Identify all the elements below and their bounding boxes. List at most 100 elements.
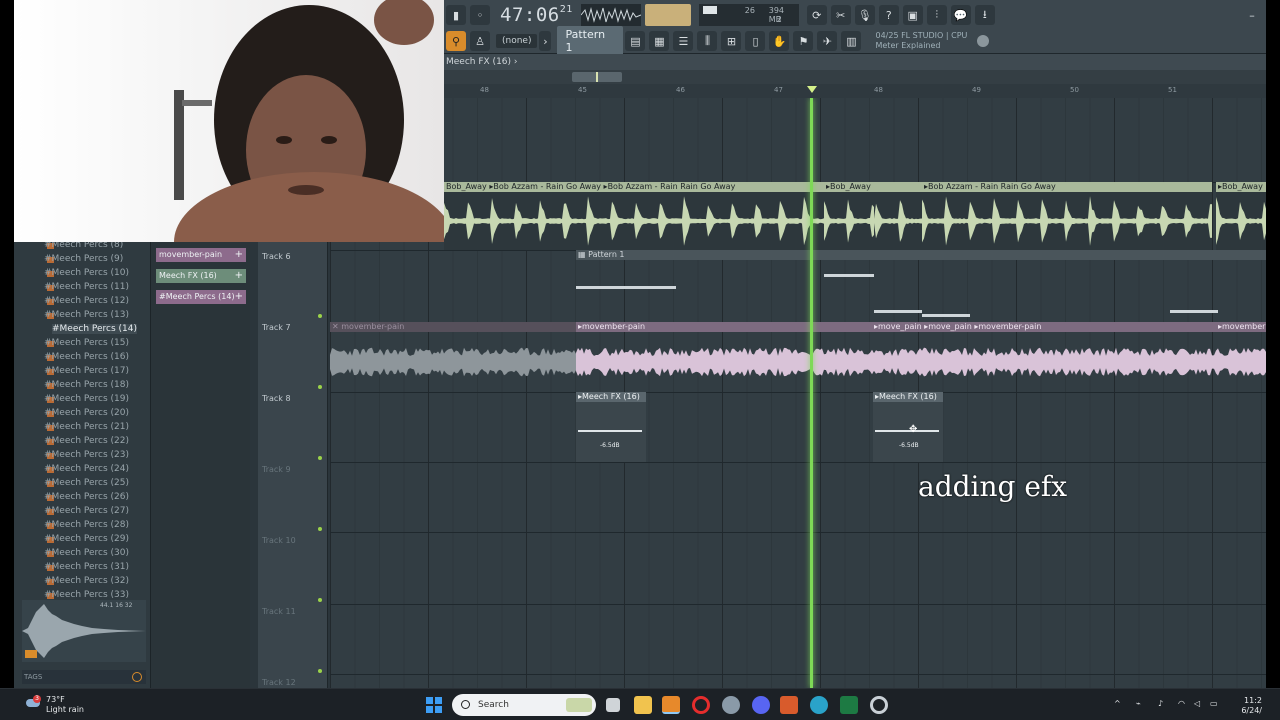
file-explorer-icon[interactable] [634, 696, 652, 714]
browser-item[interactable]: #Meech Percs (19) [44, 394, 129, 404]
playhead[interactable] [810, 98, 813, 688]
track-enable-dot[interactable] [318, 669, 322, 673]
track-header-label[interactable]: Track 12 [258, 678, 328, 687]
audio-clip-movember[interactable]: ▸movember-pain ▸move_pain ▸move_pain ▸mo… [576, 322, 1266, 392]
playlist-grid[interactable]: Bob_Away ▸Bob Azzam - Rain Go Away ▸Bob … [330, 98, 1266, 688]
link-icon[interactable]: ⚲ [446, 31, 466, 51]
chevron-up-icon[interactable]: ^ [1114, 699, 1121, 708]
playlist-scrollbar[interactable] [444, 70, 1266, 84]
browser-item[interactable]: #Meech Percs (31) [44, 562, 129, 572]
discord-icon[interactable] [752, 696, 770, 714]
wifi-icon[interactable]: ◠ [1178, 699, 1185, 708]
save-icon[interactable]: ▣ [902, 5, 923, 25]
sample-preview[interactable]: 44.1 16 32 [22, 600, 146, 662]
track-header-label[interactable]: Track 6 [258, 252, 328, 261]
browser-item[interactable]: #Meech Percs (9) [44, 254, 123, 264]
help-icon[interactable]: ? [878, 5, 899, 25]
playlist-icon[interactable]: ▤ [625, 31, 646, 51]
touch-icon[interactable]: ✋ [769, 31, 790, 51]
meter-knob-icon[interactable] [977, 35, 990, 47]
minimize-icon[interactable]: – [1242, 5, 1262, 25]
browser-item[interactable]: #Meech Percs (10) [44, 268, 129, 278]
track-header-label[interactable]: Track 11 [258, 607, 328, 616]
tags-field[interactable]: TAGS [22, 670, 146, 684]
excel-icon[interactable] [840, 696, 858, 714]
task-view-icon[interactable] [606, 698, 620, 712]
timeline-ruler[interactable]: 48 45 46 47 48 49 50 51 [444, 84, 1266, 98]
pattern-clip[interactable]: ▦ Pattern 1 [576, 250, 1266, 322]
track-header-label[interactable]: Track 7 [258, 323, 328, 332]
settings-gear-icon[interactable] [722, 696, 740, 714]
edge-icon[interactable] [810, 696, 828, 714]
undo-icon[interactable]: ⟳ [806, 5, 827, 25]
browser-item[interactable]: #Meech Percs (30) [44, 548, 129, 558]
chat-icon[interactable]: 💬 [950, 5, 971, 25]
track-enable-dot[interactable] [318, 385, 322, 389]
browser-item[interactable]: #Meech Percs (18) [44, 380, 129, 390]
pat-mode-icon[interactable]: ◦ [470, 5, 490, 25]
browser-item[interactable]: #Meech Percs (21) [44, 422, 129, 432]
fx-clip-1[interactable]: ▸Meech FX (16) -6.5dB [576, 392, 646, 462]
playlist-title-bar[interactable]: Meech FX (16) › [444, 54, 1266, 70]
browser-item[interactable]: #Meech Percs (12) [44, 296, 129, 306]
speaker-icon[interactable] [25, 650, 37, 658]
clipboard-icon[interactable]: ▥ [841, 31, 862, 51]
browser-item[interactable]: #Meech Percs (25) [44, 478, 129, 488]
browser-item[interactable]: #Meech Percs (20) [44, 408, 129, 418]
mic-tray-icon[interactable]: ♪ [1158, 699, 1163, 708]
fx-clip-2[interactable]: ▸Meech FX (16) -6.5dB ✥ [873, 392, 943, 462]
plugin-icon[interactable]: ⊞ [721, 31, 742, 51]
tag-icon[interactable]: ⚑ [793, 31, 814, 51]
track-header-label[interactable]: Track 8 [258, 394, 328, 403]
browser-item[interactable]: #Meech Percs (14) [52, 324, 138, 334]
picker-item[interactable]: #Meech Percs (14) + [156, 290, 246, 304]
audio-clip-bob-4[interactable]: ▸Bob_Away [1216, 182, 1266, 250]
picker-item[interactable]: Meech FX (16) + [156, 269, 246, 283]
audio-clip-bob-2[interactable]: ▸Bob_Away [824, 182, 874, 250]
chrome-icon[interactable] [870, 696, 888, 714]
browser-item[interactable]: #Meech Percs (27) [44, 506, 129, 516]
track-header-label[interactable]: Track 10 [258, 536, 328, 545]
mixer-view-icon[interactable]: ⫼ [697, 31, 718, 51]
browser-item[interactable]: #Meech Percs (11) [44, 282, 129, 292]
track-enable-dot[interactable] [318, 527, 322, 531]
scissors-icon[interactable]: ✂ [830, 5, 851, 25]
time-display[interactable]: 47:0621 [500, 4, 573, 26]
pattern-selector[interactable]: Pattern 1 [557, 26, 624, 56]
track-header-label[interactable]: Track 9 [258, 465, 328, 474]
browser-item[interactable]: #Meech Percs (17) [44, 366, 129, 376]
piano-roll-icon[interactable]: ▦ [649, 31, 670, 51]
browser-item[interactable]: #Meech Percs (16) [44, 352, 129, 362]
track-enable-dot[interactable] [318, 598, 322, 602]
wand-icon[interactable]: ✈ [817, 31, 838, 51]
browser-item[interactable]: #Meech Percs (26) [44, 492, 129, 502]
mic-icon[interactable]: 🎙 [854, 5, 875, 25]
arrow-right-icon[interactable]: › [539, 31, 552, 51]
browser-item[interactable]: #Meech Percs (29) [44, 534, 129, 544]
download-icon[interactable]: ⭳ [974, 5, 995, 25]
audio-clip-movember-muted[interactable]: ✕ movember-pain [330, 322, 576, 392]
browser-item[interactable]: #Meech Percs (33) [44, 590, 129, 600]
add-icon[interactable]: + [235, 269, 243, 283]
browser-item[interactable]: #Meech Percs (24) [44, 464, 129, 474]
volume-icon[interactable]: ◁ [1194, 699, 1200, 708]
app-grid-icon[interactable] [780, 696, 798, 714]
picker-item[interactable]: movember-pain + [156, 248, 246, 262]
fl-studio-icon[interactable] [662, 696, 680, 714]
opera-icon[interactable] [692, 696, 710, 714]
track-enable-dot[interactable] [318, 456, 322, 460]
metronome-icon[interactable]: ♙ [470, 31, 490, 51]
browser-item[interactable]: #Meech Percs (15) [44, 338, 129, 348]
audio-clip-bob-3[interactable]: ▸Bob Azzam - Rain Rain Go Away [922, 182, 1212, 250]
channel-rack-icon[interactable]: ☰ [673, 31, 694, 51]
network-icon[interactable]: ⌁ [1136, 699, 1141, 708]
track-enable-dot[interactable] [318, 314, 322, 318]
song-mode-icon[interactable]: ▮ [446, 5, 466, 25]
browser-item[interactable]: #Meech Percs (13) [44, 310, 129, 320]
taskbar-search[interactable]: Search [452, 694, 596, 716]
playhead-marker[interactable] [807, 86, 817, 93]
add-icon[interactable]: + [235, 290, 243, 304]
mixer-icon[interactable]: ⫶ [926, 5, 947, 25]
browser-icon[interactable]: ▯ [745, 31, 766, 51]
browser-item[interactable]: #Meech Percs (22) [44, 436, 129, 446]
